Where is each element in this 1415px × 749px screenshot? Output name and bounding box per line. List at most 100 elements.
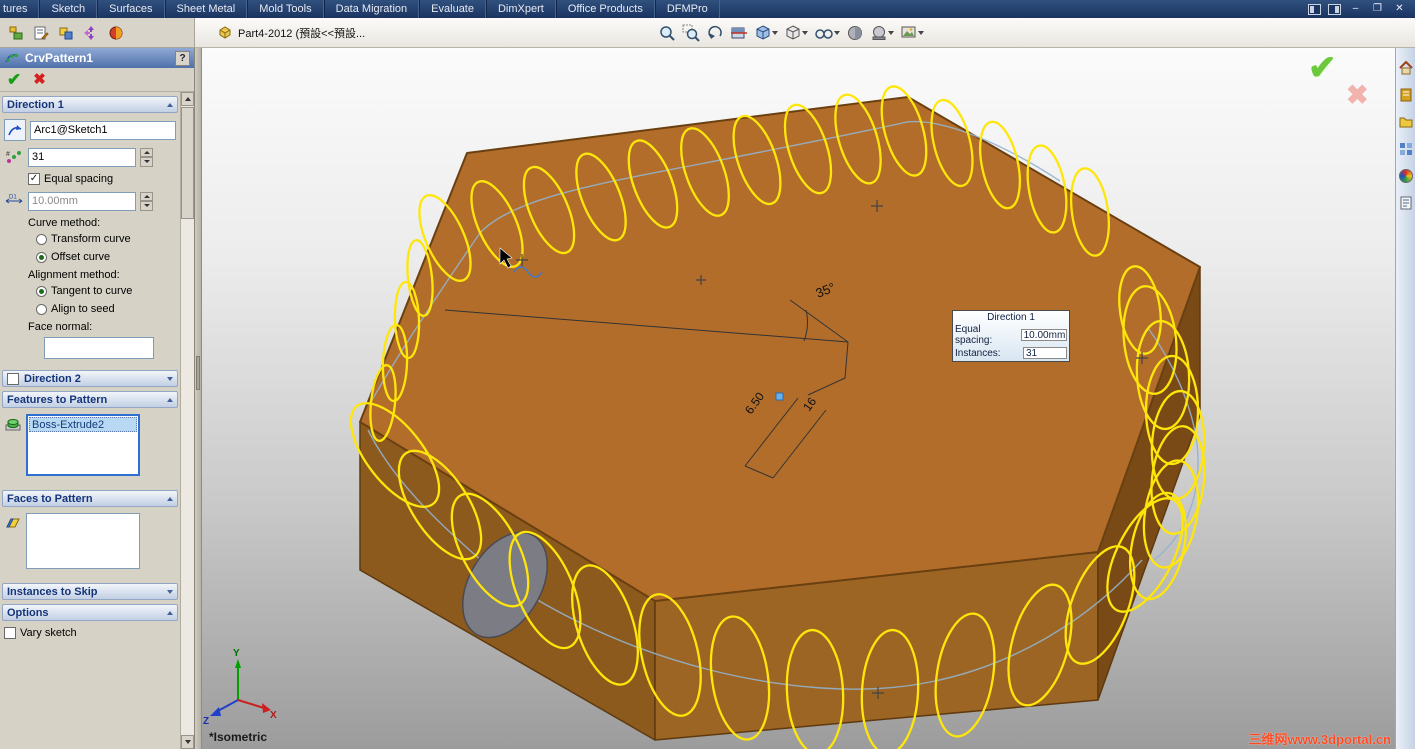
vary-sketch-checkbox[interactable] [4,627,16,639]
cancel-button[interactable]: ✖ [33,72,46,87]
offset-curve-radio[interactable] [36,251,47,263]
dropdown-arrow-icon[interactable] [888,30,894,35]
spin-down-icon[interactable] [140,157,153,167]
group-header-instances-to-skip[interactable]: Instances to Skip [2,583,178,600]
hide-show-items-icon[interactable] [813,22,841,44]
instance-count-field[interactable]: 31 [28,147,136,167]
spin-down-icon[interactable] [140,201,153,211]
orientation-triad: Y X Z [203,648,277,727]
view-palette-icon[interactable] [1398,141,1414,157]
menu-tab-features[interactable]: tures [0,0,40,18]
custom-properties-icon[interactable] [1398,195,1414,211]
solidworks-resources-icon[interactable] [1398,60,1414,76]
features-to-pattern-list[interactable]: Boss-Extrude2 [26,414,140,476]
dropdown-arrow-icon[interactable] [772,30,778,35]
tooltip-instances-value: 31 [1023,347,1067,359]
options-section: Vary sketch [0,621,180,646]
group-title: Features to Pattern [7,393,108,406]
group-header-features-to-pattern[interactable]: Features to Pattern [2,391,178,408]
group-header-direction1[interactable]: Direction 1 [2,96,178,113]
spacing-field[interactable]: 10.00mm [28,191,136,211]
menu-tab-sketch[interactable]: Sketch [39,0,98,18]
ok-button[interactable]: ✔ [7,71,21,88]
section-view-icon[interactable] [729,22,749,44]
collapse-pane-right-icon[interactable] [1328,3,1341,15]
face-normal-label: Face normal: [28,321,93,333]
configurationmanager-tab-icon[interactable] [57,22,75,44]
confirm-cancel-icon[interactable]: ✖ [1346,80,1369,111]
menu-tab-dimxpert[interactable]: DimXpert [485,0,556,18]
view-settings-icon[interactable] [899,22,925,44]
graphics-area[interactable]: 35° 6.50 16 Y X Z Direction 1 Equal spac… [202,48,1395,749]
equal-spacing-label: Equal spacing [44,173,114,185]
group-header-direction2[interactable]: Direction 2 [2,370,178,387]
watermark: 三维网www.3dportal.cn [1248,732,1391,747]
curve-method-label: Curve method: [28,217,101,229]
zoom-fit-icon[interactable] [657,22,677,44]
scroll-down-icon[interactable] [181,735,194,749]
scroll-up-icon[interactable] [181,92,194,106]
tangent-to-curve-label: Tangent to curve [51,285,133,297]
group-header-options[interactable]: Options [2,604,178,621]
menu-tab-evaluate[interactable]: Evaluate [419,0,486,18]
faces-to-pattern-list[interactable] [26,513,140,569]
edit-appearance-icon[interactable] [845,22,865,44]
scrollbar-thumb[interactable] [181,107,194,219]
align-to-seed-radio[interactable] [36,303,47,315]
tangent-to-curve-radio[interactable] [36,285,47,297]
direction2-checkbox[interactable] [7,372,19,385]
help-button[interactable]: ? [175,50,190,66]
tooltip-spacing-label: Equal spacing: [955,324,993,346]
menu-tab-data-migration[interactable]: Data Migration [323,0,420,18]
display-style-icon[interactable] [783,22,809,44]
list-item-boss-extrude2[interactable]: Boss-Extrude2 [29,417,137,432]
menu-tab-dfmpro[interactable]: DFMPro [654,0,720,18]
chevron-down-icon [167,589,173,594]
dropdown-arrow-icon[interactable] [918,30,924,35]
view-orientation-icon[interactable] [753,22,779,44]
featuremanager-tab-icon[interactable] [7,22,25,44]
file-explorer-icon[interactable] [1398,114,1414,130]
tooltip-spacing-value: 10.00mm [1020,329,1067,341]
face-normal-field[interactable] [44,337,154,359]
dropdown-arrow-icon[interactable] [834,30,840,35]
pattern-curve-field[interactable]: Arc1@Sketch1 [30,120,176,140]
previous-view-icon[interactable] [705,22,725,44]
chevron-up-icon [167,610,173,615]
pattern-tooltip: Direction 1 Equal spacing: 10.00mm Insta… [952,310,1070,362]
svg-text:#: # [6,151,10,158]
spin-up-icon[interactable] [140,191,153,201]
dimxpertmanager-tab-icon[interactable] [82,22,100,44]
menu-tab-surfaces[interactable]: Surfaces [97,0,165,18]
restore-button[interactable]: ❐ [1370,3,1385,16]
group-title: Options [7,606,49,619]
zoom-area-icon[interactable] [681,22,701,44]
confirm-bar: ✔ ✖ [0,68,194,92]
propertymanager-tab-icon[interactable] [32,22,50,44]
tooltip-title: Direction 1 [987,312,1035,323]
displaymanager-tab-icon[interactable] [107,22,125,44]
transform-curve-radio[interactable] [36,233,47,245]
tooltip-instances-label: Instances: [955,347,1001,359]
group-header-faces-to-pattern[interactable]: Faces to Pattern [2,490,178,507]
equal-spacing-checkbox[interactable]: ✓ [28,173,40,185]
appearances-scenes-icon[interactable] [1398,168,1414,184]
spacing-spinner[interactable] [140,191,153,211]
chevron-up-icon [167,496,173,501]
menu-tab-office-products[interactable]: Office Products [555,0,655,18]
panel-splitter[interactable] [195,48,202,749]
spin-up-icon[interactable] [140,147,153,157]
view-toolbar [657,22,925,44]
collapse-pane-left-icon[interactable] [1308,3,1321,15]
menu-tab-sheet-metal[interactable]: Sheet Metal [164,0,248,18]
menu-tab-mold-tools[interactable]: Mold Tools [247,0,324,18]
design-library-icon[interactable] [1398,87,1414,103]
apply-scene-icon[interactable] [869,22,895,44]
panel-scrollbar[interactable] [180,92,194,749]
confirm-ok-icon[interactable]: ✔ [1308,48,1337,88]
dropdown-arrow-icon[interactable] [802,30,808,35]
instance-count-spinner[interactable] [140,147,153,167]
splitter-handle[interactable] [196,356,200,390]
close-button[interactable]: ✕ [1392,3,1407,16]
minimize-button[interactable]: – [1348,3,1363,16]
